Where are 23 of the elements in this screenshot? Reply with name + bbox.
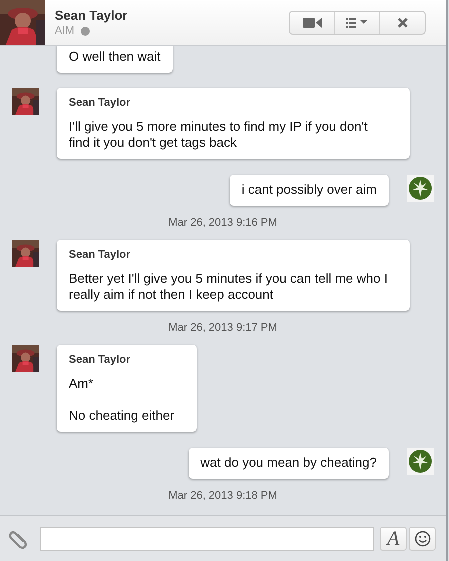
timestamp: Mar 26, 2013 9:17 PM [168,322,278,334]
timestamp: Mar 26, 2013 9:16 PM [168,217,278,229]
close-icon [398,18,408,28]
message-bubble: i cant possibly over aim [230,175,389,206]
video-camera-icon [302,18,322,28]
sender-name: Sean Taylor [69,248,132,263]
service-label: AIM [55,25,75,37]
sender-name: Sean Taylor [69,96,132,111]
leaf-avatar-icon [407,448,434,475]
font-button[interactable]: A [380,526,407,550]
leaf-avatar-icon [407,175,434,202]
smiley-icon [414,530,430,546]
sender-name: Sean Taylor [69,353,132,368]
emoji-button[interactable] [409,526,436,550]
message-text: I'll give you 5 more minutes to find my IP if you don't find it you don't get tags back [69,119,369,151]
message-text: Am* No cheating either [69,376,175,424]
timestamp: Mar 26, 2013 9:18 PM [168,490,278,502]
message-bubble: O well then wait [57,46,173,73]
contact-name: Sean Taylor [55,8,129,23]
message-input[interactable] [40,526,374,550]
list-menu-icon [346,18,368,28]
message-bubble: wat do you mean by cheating? [188,448,389,479]
message-text: Better yet I'll give you 5 minutes if you can tell me who I really aim if not then I keep account [69,271,388,303]
